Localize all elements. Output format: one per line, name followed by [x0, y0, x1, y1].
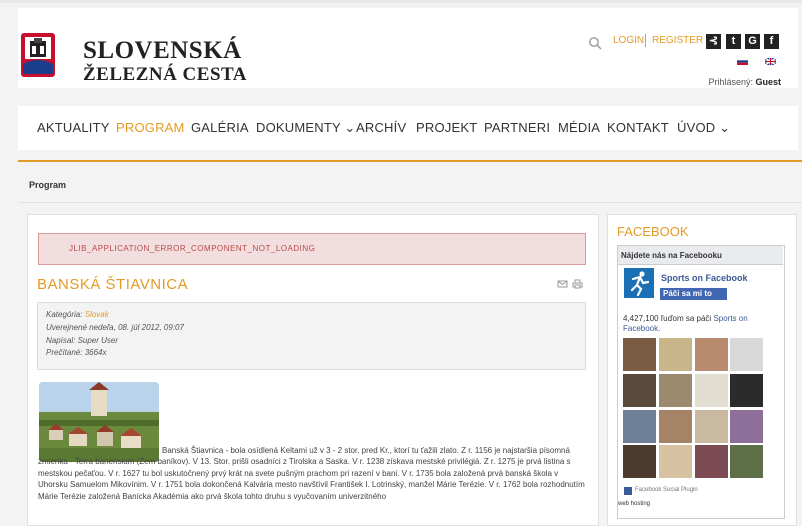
- fan-avatar[interactable]: [659, 338, 692, 371]
- login-link[interactable]: LOGIN: [613, 35, 644, 46]
- fan-avatar[interactable]: [623, 374, 656, 407]
- nav-item-kontakt[interactable]: KONTAKT: [607, 120, 669, 135]
- fan-avatar[interactable]: [623, 338, 656, 371]
- site-subtitle[interactable]: ŽELEZNÁ CESTA: [83, 64, 247, 86]
- fan-avatar[interactable]: [659, 374, 692, 407]
- flag-uk-icon[interactable]: [765, 58, 776, 65]
- article-title[interactable]: BANSKÁ ŠTIAVNICA: [37, 276, 188, 293]
- fan-avatar[interactable]: [730, 410, 763, 443]
- nav-item-aktuality[interactable]: AKTUALITY: [37, 120, 110, 135]
- facebook-plugin-label: Facebook Social Plugin: [635, 487, 698, 493]
- fan-avatar[interactable]: [623, 445, 656, 478]
- fan-avatar[interactable]: [659, 445, 692, 478]
- facebook-icon[interactable]: f: [764, 34, 779, 49]
- facebook-small-icon: [624, 487, 632, 495]
- divider: [645, 34, 646, 47]
- sidebar-title: FACEBOOK: [617, 224, 689, 239]
- article-hits: Prečítané: 3664x: [46, 348, 107, 357]
- top-strip: [0, 0, 802, 3]
- email-icon[interactable]: [557, 279, 568, 289]
- category-label: Kategória:: [46, 310, 83, 319]
- logo-icon[interactable]: [20, 32, 56, 78]
- fan-avatar[interactable]: [695, 374, 728, 407]
- nav-item-projekt[interactable]: PROJEKT: [416, 120, 477, 135]
- fan-avatar[interactable]: [730, 374, 763, 407]
- site-title[interactable]: SLOVENSKÁ: [83, 37, 242, 65]
- nav-item-uvod[interactable]: ÚVOD ⌄: [677, 120, 730, 136]
- breadcrumb: [18, 162, 802, 203]
- facebook-faces: [623, 338, 763, 478]
- fan-avatar[interactable]: [623, 410, 656, 443]
- print-icon[interactable]: [572, 279, 583, 289]
- nav-item-media[interactable]: MÉDIA: [558, 120, 600, 135]
- article-author: Napísal: Super User: [46, 336, 119, 345]
- register-link[interactable]: REGISTER: [652, 35, 703, 46]
- like-count-text: 4,427,100 ľuďom sa páči: [623, 314, 712, 323]
- fan-avatar[interactable]: [695, 445, 728, 478]
- fan-avatar[interactable]: [730, 338, 763, 371]
- fan-avatar[interactable]: [695, 410, 728, 443]
- fan-avatar[interactable]: [695, 338, 728, 371]
- facebook-page-name[interactable]: Sports on Facebook: [661, 273, 748, 283]
- nav-item-dokumenty[interactable]: DOKUMENTY ⌄: [256, 120, 356, 136]
- nav-item-partneri[interactable]: PARTNERI: [484, 120, 550, 135]
- nav-item-archiv[interactable]: ARCHÍV: [356, 120, 406, 135]
- article-category: Kategória: Slovak: [46, 310, 109, 319]
- error-message: JLIB_APPLICATION_ERROR_COMPONENT_NOT_LOA…: [69, 244, 316, 253]
- fan-avatar[interactable]: [659, 410, 692, 443]
- logged-in-status: Prihlásený: Guest: [708, 77, 781, 87]
- fan-avatar[interactable]: [730, 445, 763, 478]
- search-icon[interactable]: [588, 36, 602, 50]
- facebook-widget-title: Nájdete nás na Facebooku: [621, 251, 722, 260]
- article-info: [37, 302, 586, 370]
- nav-item-program[interactable]: PROGRAM: [116, 120, 185, 135]
- rss-icon[interactable]: ⊰: [706, 34, 721, 49]
- logged-in-user: Guest: [755, 77, 781, 87]
- logged-in-label: Prihlásený:: [708, 77, 753, 87]
- flag-sk-icon[interactable]: [737, 58, 748, 65]
- tumblr-icon[interactable]: t: [726, 34, 741, 49]
- breadcrumb-item: Program: [29, 180, 67, 190]
- category-link[interactable]: Slovak: [85, 310, 109, 319]
- google-icon[interactable]: G: [745, 34, 760, 49]
- article-body: Banská Štiavnica - bola osídlená Keltami…: [38, 446, 585, 501]
- like-button[interactable]: Páči sa mi to: [660, 288, 727, 300]
- runner-icon[interactable]: [624, 268, 654, 298]
- like-button-label: Páči sa mi to: [663, 289, 712, 298]
- article-published: Uverejnené nedeľa, 08. júl 2012, 09:07: [46, 323, 184, 332]
- web-hosting-link[interactable]: web hosting: [618, 501, 650, 507]
- facebook-like-count: 4,427,100 ľuďom sa páči Sports on Facebo…: [623, 314, 778, 334]
- nav-item-galeria[interactable]: GALÉRIA: [191, 120, 249, 135]
